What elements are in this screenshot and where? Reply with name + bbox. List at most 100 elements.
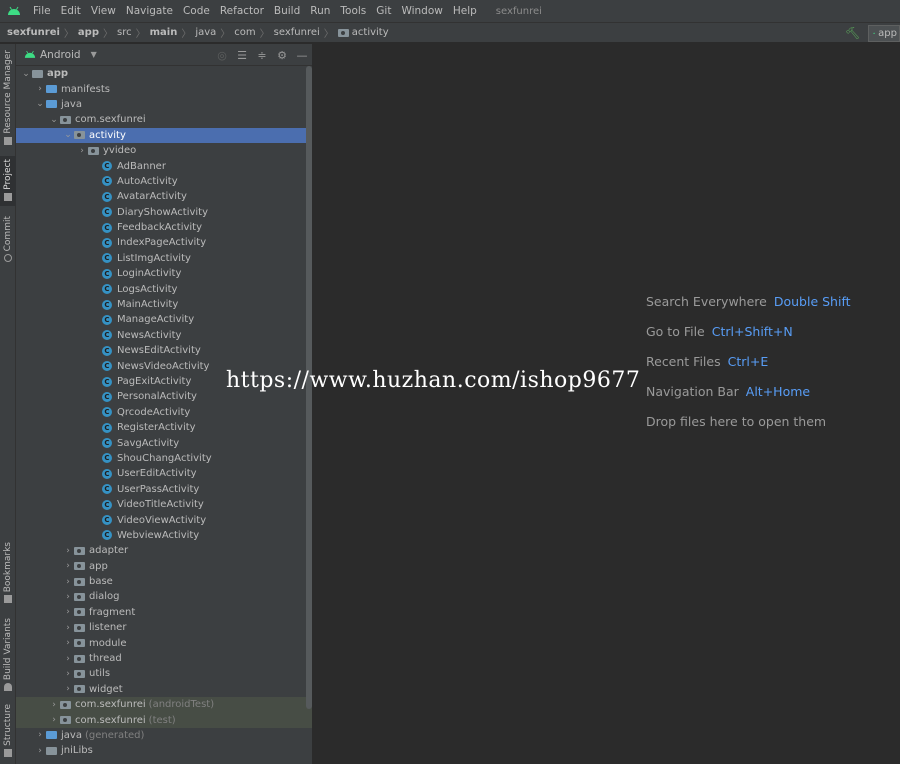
chevron-right-icon[interactable]: › (34, 746, 46, 756)
tree-class-item[interactable]: C DiaryShowActivity (16, 205, 312, 220)
tree-folder-item[interactable]: › widget (16, 682, 312, 697)
chevron-right-icon[interactable]: › (62, 577, 74, 587)
tree-class-item[interactable]: C LogsActivity (16, 281, 312, 296)
tree-folder-item[interactable]: ⌄ com.sexfunrei (16, 112, 312, 127)
chevron-right-icon[interactable]: › (48, 715, 60, 725)
chevron-down-icon[interactable]: ⌄ (62, 130, 74, 140)
tree-folder-item[interactable]: › base (16, 574, 312, 589)
chevron-down-icon[interactable]: ⌄ (34, 99, 46, 109)
tree-class-item[interactable]: C NewsEditActivity (16, 343, 312, 358)
tree-folder-item[interactable]: › java (generated) (16, 728, 312, 743)
tree-class-item[interactable]: C MainActivity (16, 297, 312, 312)
tree-folder-item[interactable]: › yvideo (16, 143, 312, 158)
chevron-right-icon[interactable]: › (34, 730, 46, 740)
breadcrumb-sexfunrei[interactable]: sexfunrei (274, 27, 320, 38)
tree-folder-item[interactable]: › com.sexfunrei (androidTest) (16, 697, 312, 713)
menu-edit[interactable]: Edit (56, 0, 86, 22)
locate-file-icon[interactable]: ◎ (216, 49, 228, 62)
tab-bookmarks[interactable]: Bookmarks (0, 542, 16, 604)
tree-folder-item[interactable]: › com.sexfunrei (test) (16, 712, 312, 728)
chevron-right-icon[interactable]: › (34, 84, 46, 94)
tree-class-item[interactable]: C SavgActivity (16, 435, 312, 450)
menu-tools[interactable]: Tools (335, 0, 371, 22)
breadcrumb-com[interactable]: com (234, 27, 255, 38)
tree-folder-item[interactable]: › jniLibs (16, 743, 312, 758)
chevron-right-icon[interactable]: › (62, 654, 74, 664)
chevron-right-icon[interactable]: › (62, 669, 74, 679)
breadcrumb-separator: 〉 (135, 29, 146, 40)
menu-refactor[interactable]: Refactor (215, 0, 269, 22)
chevron-right-icon[interactable]: › (62, 623, 74, 633)
tree-folder-item[interactable]: › utils (16, 666, 312, 681)
tree-class-item[interactable]: C AdBanner (16, 158, 312, 173)
chevron-right-icon[interactable]: › (76, 146, 88, 156)
tab-structure[interactable]: Structure (0, 704, 16, 757)
gear-icon[interactable]: ⚙ (276, 49, 288, 62)
build-hammer-icon[interactable]: 🔨︎ (845, 26, 860, 40)
tree-class-item[interactable]: C AvatarActivity (16, 189, 312, 204)
tree-folder-item[interactable]: › manifests (16, 81, 312, 96)
menu-run[interactable]: Run (305, 0, 335, 22)
chevron-down-icon[interactable]: ⌄ (48, 115, 60, 125)
tree-class-item[interactable]: C QrcodeActivity (16, 405, 312, 420)
tab-project[interactable]: Project (0, 156, 16, 206)
chevron-right-icon[interactable]: › (62, 592, 74, 602)
tree-class-item[interactable]: C UserEditActivity (16, 466, 312, 481)
chevron-down-icon[interactable]: ⌄ (20, 69, 32, 79)
tree-folder-item[interactable]: ⌄ app (16, 66, 312, 81)
collapse-all-icon[interactable]: ≑ (256, 49, 268, 62)
breadcrumb-separator: 〉 (103, 29, 113, 40)
tab-build-variants[interactable]: Build Variants (0, 618, 16, 692)
tree-class-item[interactable]: C UserPassActivity (16, 482, 312, 497)
menu-build[interactable]: Build (269, 0, 305, 22)
tree-folder-item[interactable]: › adapter (16, 543, 312, 558)
tree-folder-item[interactable]: › app (16, 559, 312, 574)
run-configuration-selector[interactable]: app (868, 24, 900, 42)
chevron-right-icon[interactable]: › (62, 561, 74, 571)
chevron-right-icon[interactable]: › (48, 700, 60, 710)
tree-folder-item[interactable]: › module (16, 635, 312, 650)
tree-class-item[interactable]: C LoginActivity (16, 266, 312, 281)
menu-window[interactable]: Window (396, 0, 447, 22)
tree-folder-item[interactable]: ⌄ java (16, 97, 312, 112)
menu-navigate[interactable]: Navigate (121, 0, 178, 22)
chevron-right-icon[interactable]: › (62, 607, 74, 617)
package-icon (60, 716, 71, 725)
menu-help[interactable]: Help (448, 0, 482, 22)
breadcrumb-java[interactable]: java (195, 27, 216, 38)
tree-class-item[interactable]: C WebviewActivity (16, 528, 312, 543)
tree-class-item[interactable]: C IndexPageActivity (16, 235, 312, 250)
chevron-right-icon[interactable]: › (62, 638, 74, 648)
expand-all-icon[interactable]: ☰ (236, 49, 248, 62)
tree-class-item[interactable]: C VideoViewActivity (16, 512, 312, 527)
tab-resource-manager[interactable]: Resource Manager (0, 50, 16, 145)
chevron-right-icon[interactable]: › (62, 546, 74, 556)
tree-class-item[interactable]: C VideoTitleActivity (16, 497, 312, 512)
breadcrumb-project[interactable]: sexfunrei (7, 27, 60, 38)
project-view-mode[interactable]: Android (40, 49, 81, 61)
menu-view[interactable]: View (86, 0, 121, 22)
breadcrumb-module[interactable]: app (78, 27, 99, 38)
tree-folder-item[interactable]: ⌄ activity (16, 127, 312, 143)
tree-class-item[interactable]: C ManageActivity (16, 312, 312, 327)
tree-class-item[interactable]: C AutoActivity (16, 174, 312, 189)
menu-git[interactable]: Git (371, 0, 396, 22)
tree-folder-item[interactable]: › dialog (16, 589, 312, 604)
menu-file[interactable]: File (28, 0, 56, 22)
tree-folder-item[interactable]: › thread (16, 651, 312, 666)
hide-panel-icon[interactable]: — (296, 49, 308, 62)
chevron-right-icon[interactable]: › (62, 684, 74, 694)
tree-class-item[interactable]: C RegisterActivity (16, 420, 312, 435)
chevron-down-icon[interactable]: ▼ (91, 50, 97, 59)
breadcrumb-activity[interactable]: activity (352, 27, 389, 38)
tree-class-item[interactable]: C ListImgActivity (16, 251, 312, 266)
tree-class-item[interactable]: C NewsActivity (16, 328, 312, 343)
tree-folder-item[interactable]: › fragment (16, 605, 312, 620)
breadcrumb-main[interactable]: main (150, 27, 178, 38)
menu-code[interactable]: Code (178, 0, 215, 22)
breadcrumb-src[interactable]: src (117, 27, 132, 38)
tree-folder-item[interactable]: › listener (16, 620, 312, 635)
tree-class-item[interactable]: C ShouChangActivity (16, 451, 312, 466)
tab-commit[interactable]: Commit (0, 216, 16, 263)
tree-class-item[interactable]: C FeedbackActivity (16, 220, 312, 235)
